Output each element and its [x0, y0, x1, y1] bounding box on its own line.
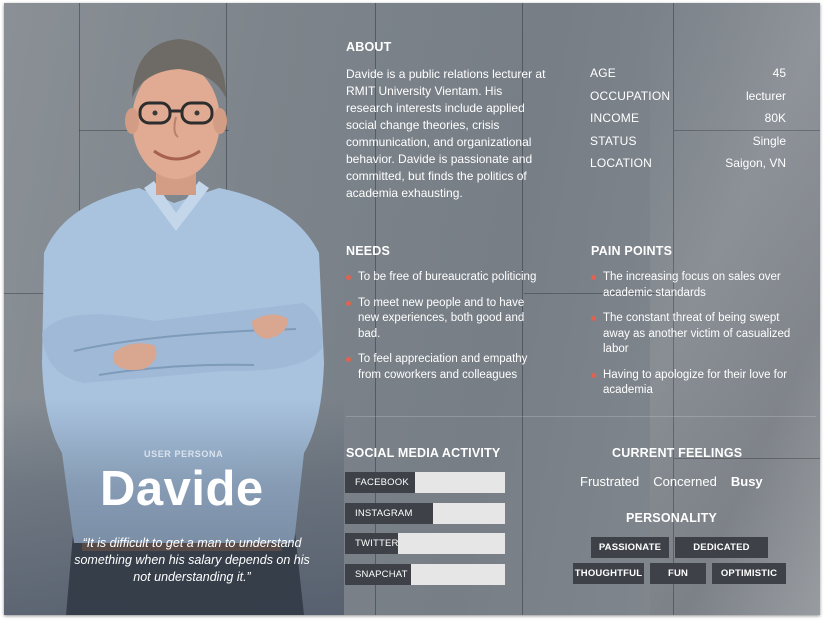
stat-key: INCOME — [590, 111, 640, 125]
section-divider — [346, 416, 816, 417]
social-bar-twitter: TWITTER — [345, 533, 505, 554]
personality-tag: THOUGHTFUL — [573, 563, 644, 584]
personality-tag: PASSIONATE — [591, 537, 669, 558]
stat-row-income: INCOME 80K — [590, 111, 786, 134]
list-item: The constant threat of being swept away … — [591, 311, 791, 358]
social-label: SNAPCHAT — [355, 568, 408, 580]
social-bar-instagram: INSTAGRAM — [345, 502, 505, 524]
personality-tag: OPTIMISTIC — [712, 563, 786, 584]
about-text: Davide is a public relations lecturer at… — [346, 67, 546, 200]
stat-value: 45 — [772, 66, 786, 80]
social-heading: SOCIAL MEDIA ACTIVITY — [346, 446, 501, 460]
stat-value: 80K — [764, 111, 786, 125]
stat-value: lecturer — [745, 88, 786, 103]
feeling: Frustrated — [580, 474, 640, 489]
bullet-icon — [591, 275, 596, 280]
stat-row-status: STATUS Single — [590, 134, 786, 157]
stat-key: STATUS — [590, 133, 637, 148]
persona-name: Davide — [100, 462, 264, 516]
need-text: To meet new people and to have new exper… — [358, 296, 525, 340]
list-item: To feel appreciation and empathy from co… — [346, 352, 546, 383]
list-item: To be free of bureaucratic politicing — [346, 270, 546, 286]
persona-tag: USER PERSONA — [144, 449, 224, 459]
feelings-list: Frustrated Concerned Busy — [580, 474, 780, 489]
bullet-icon — [346, 357, 351, 362]
social-label: TWITTER — [355, 538, 399, 549]
feeling: Busy — [730, 474, 763, 489]
need-text: To feel appreciation and empathy from co… — [358, 353, 528, 381]
bullet-icon — [346, 300, 351, 306]
list-item: Having to apologize for their love for a… — [591, 368, 791, 399]
bullet-icon — [591, 316, 596, 321]
bullet-icon — [591, 372, 596, 378]
list-item: The increasing focus on sales over acade… — [591, 270, 791, 301]
persona-card: USER PERSONA Davide “It is difficult to … — [4, 3, 820, 615]
stat-row-occupation: OCCUPATION lecturer — [590, 89, 786, 112]
stat-value: Single — [752, 133, 786, 148]
stat-row-location: LOCATION Saigon, VN — [590, 156, 786, 179]
pain-points-heading: PAIN POINTS — [591, 244, 673, 258]
stats-list: AGE 45 OCCUPATION lecturer INCOME 80K ST… — [590, 66, 786, 179]
bullet-icon — [346, 275, 351, 280]
personality-tag: DEDICATED — [675, 537, 768, 558]
needs-list: To be free of bureaucratic politicing To… — [346, 270, 546, 393]
personality-tag: FUN — [650, 563, 706, 584]
social-bar-facebook: FACEBOOK — [345, 472, 505, 493]
social-bar-snapchat: SNAPCHAT — [345, 563, 505, 585]
persona-quote: “It is difficult to get a man to underst… — [74, 536, 310, 584]
social-label: FACEBOOK — [355, 477, 409, 488]
pain-text: The constant threat of being swept away … — [603, 312, 791, 355]
stat-key: AGE — [590, 66, 616, 80]
list-item: To meet new people and to have new exper… — [346, 296, 546, 343]
feeling: Concerned — [653, 474, 717, 489]
personality-heading: PERSONALITY — [626, 511, 718, 525]
pain-text: The increasing focus on sales over acade… — [603, 271, 781, 299]
social-bars: FACEBOOK INSTAGRAM TWITTER SNAPCHAT — [345, 472, 505, 594]
social-label: INSTAGRAM — [355, 507, 413, 519]
stat-value: Saigon, VN — [725, 156, 786, 170]
pain-points-list: The increasing focus on sales over acade… — [591, 270, 791, 409]
stat-key: LOCATION — [590, 156, 653, 170]
feelings-heading: CURRENT FEELINGS — [612, 446, 743, 460]
needs-heading: NEEDS — [346, 244, 391, 258]
pain-text: Having to apologize for their love for a… — [603, 368, 788, 397]
stat-key: OCCUPATION — [590, 88, 671, 103]
about-heading: ABOUT — [346, 40, 392, 54]
need-text: To be free of bureaucratic politicing — [358, 271, 537, 283]
stat-row-age: AGE 45 — [590, 66, 786, 89]
